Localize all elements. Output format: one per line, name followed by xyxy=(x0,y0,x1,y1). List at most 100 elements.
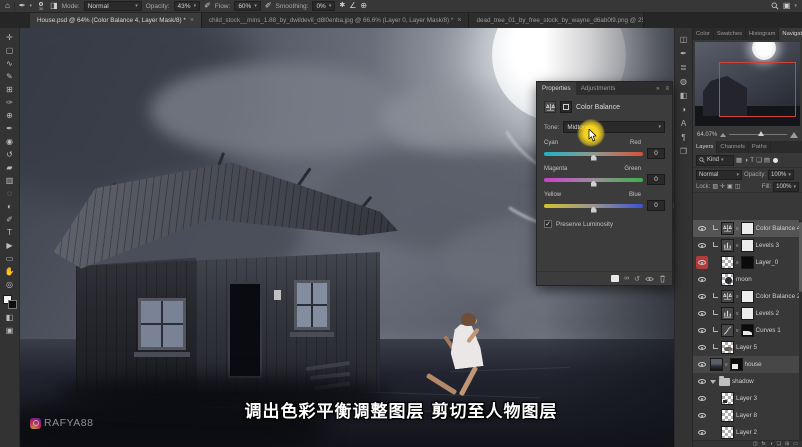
lock-all-icon[interactable]: ◫ xyxy=(735,183,741,190)
tab-adjustments[interactable]: Adjustments xyxy=(576,82,621,95)
screen-mode-icon[interactable]: ▣ xyxy=(2,324,18,337)
layer-row-layer-2[interactable]: Layer 2 xyxy=(693,424,802,440)
history-brush-tool-icon[interactable]: ↺ xyxy=(2,148,18,161)
tab-color[interactable]: Color xyxy=(693,28,714,40)
flow-dropdown[interactable]: 60% ▾ xyxy=(234,1,261,11)
type-tool-icon[interactable]: T xyxy=(2,226,18,239)
layer-name[interactable]: moon xyxy=(736,276,752,283)
clip-to-layer-icon[interactable] xyxy=(611,275,619,282)
layer-row-layer-0[interactable]: 8 Layer_0 xyxy=(693,254,802,271)
preserve-luminosity-checkbox[interactable]: ✓ xyxy=(544,220,552,228)
workspace-switcher-icon[interactable]: ▣ xyxy=(783,2,791,10)
tab-swatches[interactable]: Swatches xyxy=(714,28,746,40)
panel-icon-history[interactable]: ◫ xyxy=(680,32,688,46)
slider-thumb[interactable] xyxy=(591,181,597,187)
path-select-tool-icon[interactable]: ▶ xyxy=(2,239,18,252)
slider-value[interactable]: 0 xyxy=(647,200,665,211)
healing-tool-icon[interactable]: ⊕ xyxy=(2,109,18,122)
collapse-panel-icon[interactable]: » xyxy=(653,82,662,95)
slider-thumb[interactable] xyxy=(591,207,597,213)
layer-row-layer-5[interactable]: Layer 5 xyxy=(693,339,802,356)
layer-row-shadow-group[interactable]: shadow xyxy=(693,373,802,390)
levels-icon[interactable] xyxy=(721,239,734,252)
filter-adjustment-icon[interactable]: ◑ xyxy=(744,157,748,164)
layer-style-icon[interactable]: fx xyxy=(762,441,766,447)
cyan-red-slider[interactable] xyxy=(544,152,643,156)
quick-mask-icon[interactable]: ◧ xyxy=(2,311,18,324)
layer-name[interactable]: Levels 2 xyxy=(756,310,779,317)
layer-mask-thumbnail[interactable] xyxy=(741,256,754,269)
visibility-toggle[interactable] xyxy=(696,328,708,333)
layer-name[interactable]: Layer 8 xyxy=(736,412,757,419)
brush-tool-icon[interactable]: ✒ xyxy=(2,122,18,135)
new-layer-icon[interactable]: ⊞ xyxy=(785,441,789,447)
visibility-toggle[interactable] xyxy=(696,396,708,401)
chevron-down-icon[interactable]: ▾ xyxy=(794,3,797,9)
navigator-view-rect[interactable] xyxy=(719,62,796,117)
visibility-toggle[interactable] xyxy=(696,311,708,316)
smoothing-dropdown[interactable]: 0% ▾ xyxy=(312,1,335,11)
visibility-toggle[interactable] xyxy=(696,379,708,384)
visibility-toggle[interactable] xyxy=(696,430,708,435)
layer-opacity-dropdown[interactable]: 100% ▾ xyxy=(768,170,794,180)
slider-value[interactable]: 0 xyxy=(647,148,665,159)
visibility-toggle-alert[interactable] xyxy=(696,256,708,269)
levels-icon[interactable] xyxy=(721,307,734,320)
layer-name[interactable]: Levels 3 xyxy=(756,242,779,249)
airbrush-icon[interactable]: ✐ xyxy=(265,2,272,10)
layer-thumbnail[interactable] xyxy=(721,426,734,439)
marquee-tool-icon[interactable]: ▢ xyxy=(2,44,18,57)
tab-properties[interactable]: Properties xyxy=(537,82,576,95)
add-adjustment-icon[interactable]: ◑ xyxy=(770,441,773,447)
chevron-down-icon[interactable]: ▾ xyxy=(30,3,33,9)
smoothing-gear-icon[interactable]: ✱ xyxy=(339,2,345,10)
panel-icon-brush-settings[interactable]: ✒ xyxy=(680,46,687,60)
opacity-dropdown[interactable]: 43% ▾ xyxy=(174,1,201,11)
lock-transparency-icon[interactable]: ▨ xyxy=(712,183,718,190)
eraser-tool-icon[interactable]: ▰ xyxy=(2,161,18,174)
close-icon[interactable]: × xyxy=(190,17,194,24)
lock-artboard-icon[interactable]: ▣ xyxy=(727,183,733,190)
group-expand-icon[interactable] xyxy=(710,380,716,384)
pressure-size-icon[interactable]: ⊕ xyxy=(360,2,367,10)
magenta-green-slider[interactable] xyxy=(544,178,643,182)
shape-tool-icon[interactable]: ▭ xyxy=(2,252,18,265)
crop-tool-icon[interactable]: ⊞ xyxy=(2,83,18,96)
layer-name[interactable]: Curves 1 xyxy=(756,327,781,334)
clone-stamp-tool-icon[interactable]: ◉ xyxy=(2,135,18,148)
delete-icon[interactable] xyxy=(659,275,666,283)
filter-type-icon[interactable]: T xyxy=(750,157,754,164)
background-color-swatch[interactable] xyxy=(8,300,17,309)
filter-toggle[interactable] xyxy=(773,158,778,163)
search-icon[interactable] xyxy=(771,2,779,10)
filter-shape-icon[interactable]: ❏ xyxy=(756,156,762,164)
delete-layer-icon[interactable]: ▭ xyxy=(793,441,798,447)
yellow-blue-slider[interactable] xyxy=(544,204,643,208)
visibility-toggle[interactable] xyxy=(696,277,708,282)
view-previous-state-icon[interactable]: ∞ xyxy=(624,275,629,282)
layer-name[interactable]: Color Balance 4 xyxy=(756,225,801,232)
foreground-background-swatches[interactable] xyxy=(3,295,17,309)
slider-value[interactable]: 0 xyxy=(647,174,665,185)
layer-thumbnail[interactable] xyxy=(721,392,734,405)
document-tab-dead-tree[interactable]: dead_tree_01_by_free_stock_by_wayne_d6ab… xyxy=(469,13,644,28)
navigator-thumbnail[interactable] xyxy=(695,42,800,126)
tab-paths[interactable]: Paths xyxy=(749,141,771,153)
color-balance-icon[interactable] xyxy=(721,222,734,235)
move-tool-icon[interactable]: ✛ xyxy=(2,31,18,44)
panel-icon-paragraph[interactable]: ¶ xyxy=(681,130,685,144)
layer-mask-thumbnail[interactable] xyxy=(741,222,754,235)
add-mask-icon[interactable]: ❏ xyxy=(777,441,781,447)
document-tab-child-stock[interactable]: child_stock__mins_1.88_by_dwildevil_d8l0… xyxy=(202,13,470,28)
layer-mask-thumbnail[interactable] xyxy=(741,290,754,303)
layer-thumbnail[interactable] xyxy=(710,358,723,371)
layer-name[interactable]: Layer 5 xyxy=(736,344,757,351)
panel-icon-properties[interactable]: ≣ xyxy=(680,60,687,74)
layer-name[interactable]: Layer 2 xyxy=(736,429,757,436)
layer-name[interactable]: shadow xyxy=(732,378,754,385)
layer-name[interactable]: Layer_0 xyxy=(756,259,779,266)
layer-row-curves-1[interactable]: 8 Curves 1 xyxy=(693,322,802,339)
zoom-tool-icon[interactable]: ◎ xyxy=(2,278,18,291)
visibility-toggle[interactable] xyxy=(696,413,708,418)
filter-pixel-icon[interactable]: ▦ xyxy=(736,156,742,164)
